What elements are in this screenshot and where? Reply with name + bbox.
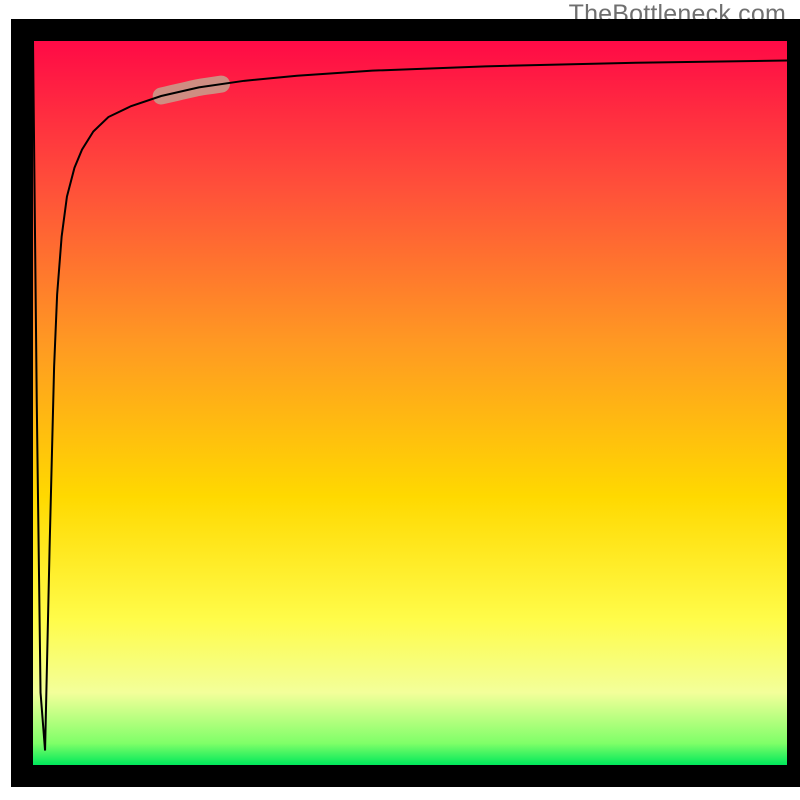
- bottleneck-chart: [0, 0, 800, 800]
- chart-stage: TheBottleneck.com: [0, 0, 800, 800]
- frame-left: [11, 19, 33, 787]
- plot-background: [33, 41, 787, 765]
- frame-right: [787, 19, 800, 787]
- frame-top: [11, 19, 800, 41]
- frame-bottom: [11, 765, 800, 787]
